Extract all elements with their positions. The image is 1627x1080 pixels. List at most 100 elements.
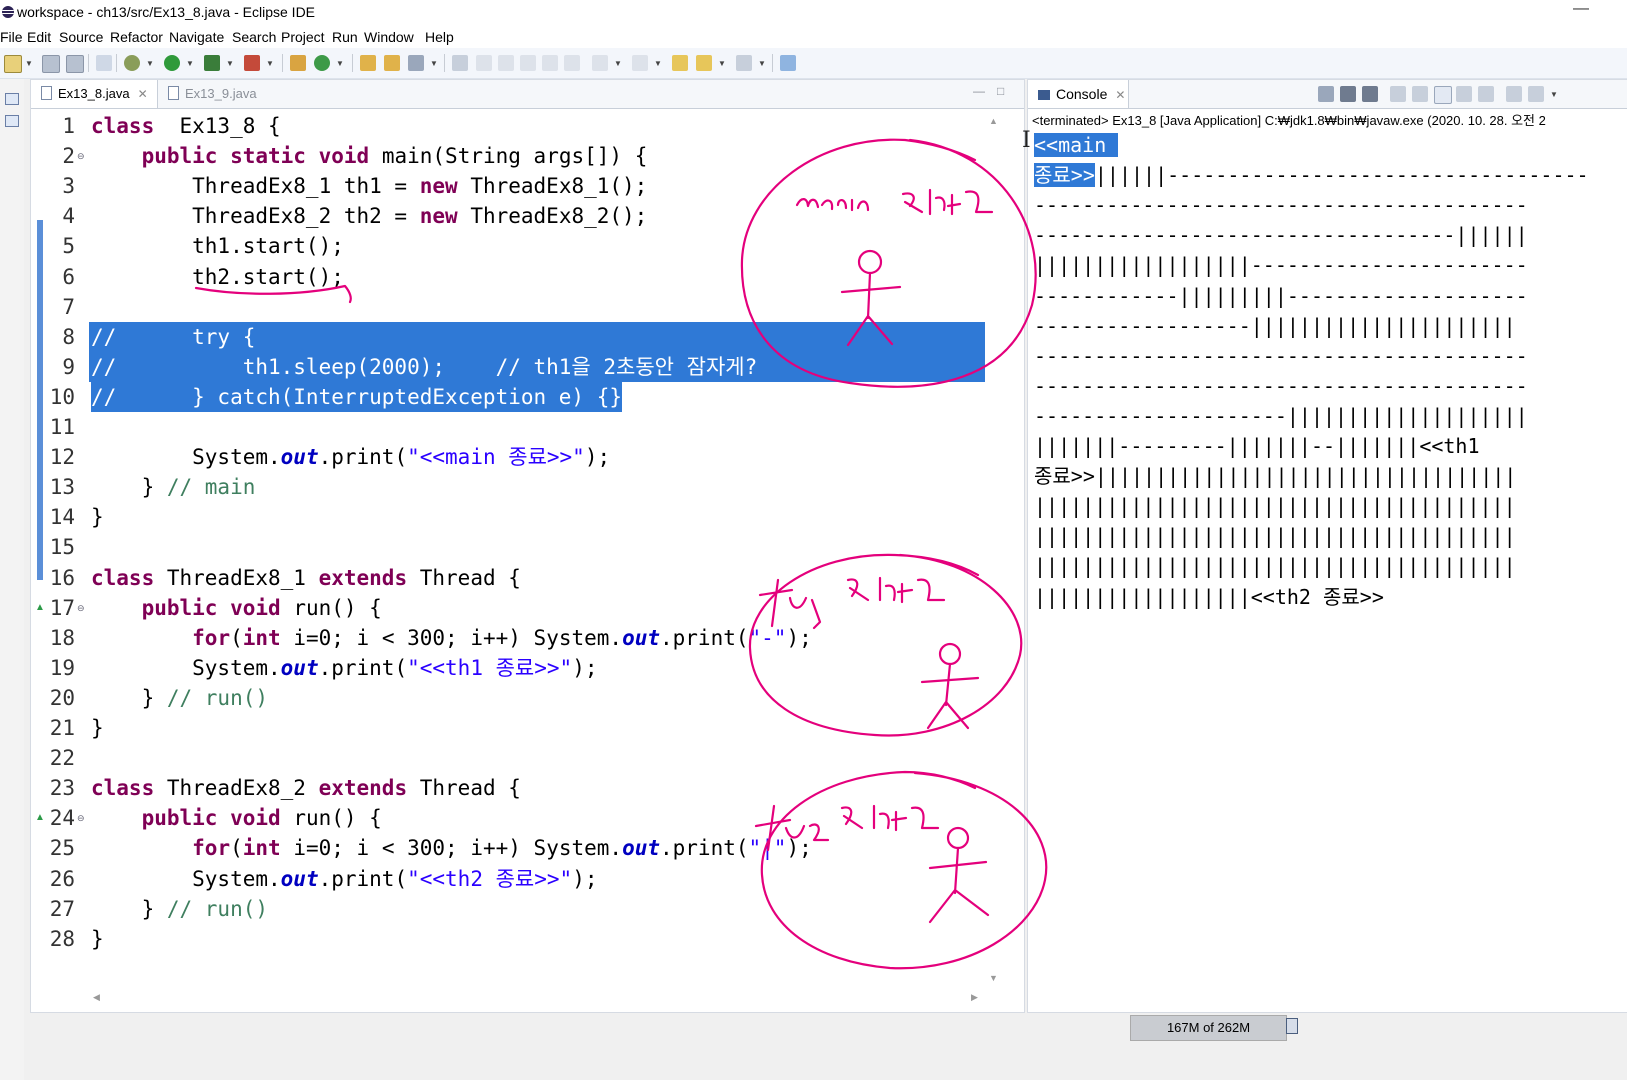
code-line[interactable]: 7: [31, 292, 1024, 322]
menu-project[interactable]: Project: [281, 29, 325, 45]
code-line[interactable]: 25 for(int i=0; i < 300; i++) System.out…: [31, 833, 1024, 863]
debug-icon[interactable]: [124, 55, 140, 71]
external-tools-dropdown-icon[interactable]: ▼: [266, 59, 274, 68]
fold-toggle-icon[interactable]: ⊖: [77, 803, 85, 833]
code-line[interactable]: ▲ 24 ⊖ public void run() {: [31, 803, 1024, 833]
previous-edit-dropdown-icon[interactable]: ▼: [654, 59, 662, 68]
scroll-right-icon[interactable]: ▶: [971, 992, 978, 1003]
toggle-mark-icon[interactable]: [452, 55, 468, 71]
minimize-editor-icon[interactable]: —: [973, 84, 985, 98]
next-annotation-icon[interactable]: [498, 55, 514, 71]
show-console-on-output-icon[interactable]: [1456, 86, 1472, 102]
restore-view-icon[interactable]: [5, 93, 19, 105]
menu-refactor[interactable]: Refactor: [110, 29, 163, 45]
open-type-icon[interactable]: [360, 55, 376, 71]
run-dropdown-icon[interactable]: ▼: [186, 59, 194, 68]
code-line[interactable]: 27 } // run(): [31, 894, 1024, 924]
terminate-icon[interactable]: [1318, 86, 1334, 102]
save-all-icon[interactable]: [66, 55, 84, 73]
scroll-lock-icon[interactable]: [1412, 86, 1428, 102]
open-resource-icon[interactable]: [384, 55, 400, 71]
toggle-block-icon[interactable]: [520, 55, 536, 71]
search-icon[interactable]: [408, 55, 424, 71]
code-line[interactable]: 28}: [31, 924, 1024, 954]
display-console-dropdown-icon[interactable]: ▼: [1550, 90, 1558, 99]
code-line[interactable]: 9// th1.sleep(2000); // th1을 2초동안 잠자게?: [31, 351, 1024, 382]
code-line[interactable]: 18 for(int i=0; i < 300; i++) System.out…: [31, 623, 1024, 653]
forward-icon[interactable]: [736, 55, 752, 71]
menu-navigate[interactable]: Navigate: [169, 29, 224, 45]
code-line[interactable]: 14}: [31, 502, 1024, 532]
code-line[interactable]: 21}: [31, 713, 1024, 743]
clear-console-icon[interactable]: [1390, 86, 1406, 102]
next-edit-dropdown-icon[interactable]: ▼: [614, 59, 622, 68]
remove-launch-icon[interactable]: [1340, 86, 1356, 102]
skip-breakpoints-icon[interactable]: [96, 55, 112, 71]
code-line[interactable]: 16 class ThreadEx8_1 extends Thread {: [31, 563, 1024, 593]
code-line[interactable]: 19 System.out.print("<<th1 종료>>");: [31, 653, 1024, 683]
new-package-icon[interactable]: [290, 55, 306, 71]
scroll-left-icon[interactable]: ◀: [93, 992, 100, 1003]
code-line[interactable]: 4 ThreadEx8_2 th2 = new ThreadEx8_2();: [31, 201, 1024, 231]
new-dropdown-icon[interactable]: ▼: [25, 59, 33, 68]
menu-run[interactable]: Run: [332, 29, 358, 45]
show-whitespace-icon[interactable]: [564, 55, 580, 71]
previous-edit-icon[interactable]: [632, 55, 648, 71]
menu-search[interactable]: Search: [232, 29, 276, 45]
menu-help[interactable]: Help: [425, 29, 454, 45]
code-area[interactable]: 1 class Ex13_8 {2 ⊖ public static void mai…: [31, 109, 1024, 989]
code-line[interactable]: 2 ⊖ public static void main(String args[]…: [31, 141, 1024, 171]
display-console-icon[interactable]: [1528, 86, 1544, 102]
new-class-icon[interactable]: [314, 55, 330, 71]
code-line[interactable]: 11: [31, 412, 1024, 442]
tab-ex13-8[interactable]: Ex13_8.java ✕: [31, 80, 158, 108]
word-wrap-console-icon[interactable]: [1434, 86, 1452, 104]
debug-dropdown-icon[interactable]: ▼: [146, 59, 154, 68]
run-icon[interactable]: [164, 55, 180, 71]
tab-ex13-9[interactable]: Ex13_9.java: [158, 80, 288, 108]
new-class-dropdown-icon[interactable]: ▼: [336, 59, 344, 68]
forward-dropdown-icon[interactable]: ▼: [758, 59, 766, 68]
close-console-icon[interactable]: ✕: [1115, 88, 1125, 102]
scroll-down-icon[interactable]: ▼: [989, 973, 998, 983]
remove-all-launches-icon[interactable]: [1362, 86, 1378, 102]
scroll-up-icon[interactable]: ▲: [989, 116, 998, 126]
annotation-icon[interactable]: [476, 55, 492, 71]
code-line[interactable]: 8// try {: [31, 321, 1024, 352]
menu-file[interactable]: File: [0, 29, 23, 45]
fold-toggle-icon[interactable]: ⊖: [77, 593, 85, 623]
code-line[interactable]: 6 th2.start();: [31, 262, 1024, 292]
menu-window[interactable]: Window: [364, 29, 414, 45]
code-line[interactable]: 22: [31, 743, 1024, 773]
menu-source[interactable]: Source: [59, 29, 103, 45]
run-gc-icon[interactable]: [1286, 1018, 1298, 1034]
code-line[interactable]: 13 } // main: [31, 472, 1024, 502]
heap-status[interactable]: 167M of 262M: [1130, 1015, 1287, 1041]
code-line[interactable]: 12 System.out.print("<<main 종료>>");: [31, 442, 1024, 472]
close-tab-icon[interactable]: ✕: [138, 87, 148, 101]
back-icon[interactable]: [696, 55, 712, 71]
coverage-dropdown-icon[interactable]: ▼: [226, 59, 234, 68]
code-line[interactable]: 1 class Ex13_8 {: [31, 111, 1024, 141]
back-dropdown-icon[interactable]: ▼: [718, 59, 726, 68]
search-dropdown-icon[interactable]: ▼: [430, 59, 438, 68]
external-tools-icon[interactable]: [244, 55, 260, 71]
package-explorer-icon[interactable]: [5, 115, 19, 127]
coverage-icon[interactable]: [204, 55, 220, 71]
code-line[interactable]: 3 ThreadEx8_1 th1 = new ThreadEx8_1();: [31, 171, 1024, 201]
tab-console[interactable]: Console ✕: [1028, 80, 1129, 108]
menu-edit[interactable]: Edit: [27, 29, 51, 45]
pin-console-icon[interactable]: [1506, 86, 1522, 102]
code-line[interactable]: 15: [31, 532, 1024, 562]
show-console-on-error-icon[interactable]: [1478, 86, 1494, 102]
new-file-icon[interactable]: [4, 55, 22, 73]
maximize-editor-icon[interactable]: □: [997, 84, 1004, 98]
word-wrap-icon[interactable]: [542, 55, 558, 71]
save-icon[interactable]: [42, 55, 60, 73]
code-line[interactable]: ▲ 17 ⊖ public void run() {: [31, 593, 1024, 623]
code-line[interactable]: 26 System.out.print("<<th2 종료>>");: [31, 864, 1024, 894]
code-line[interactable]: 5 th1.start();: [31, 231, 1024, 261]
code-line[interactable]: 23 class ThreadEx8_2 extends Thread {: [31, 773, 1024, 803]
open-perspective-icon[interactable]: [780, 55, 796, 71]
code-line[interactable]: 20 } // run(): [31, 683, 1024, 713]
